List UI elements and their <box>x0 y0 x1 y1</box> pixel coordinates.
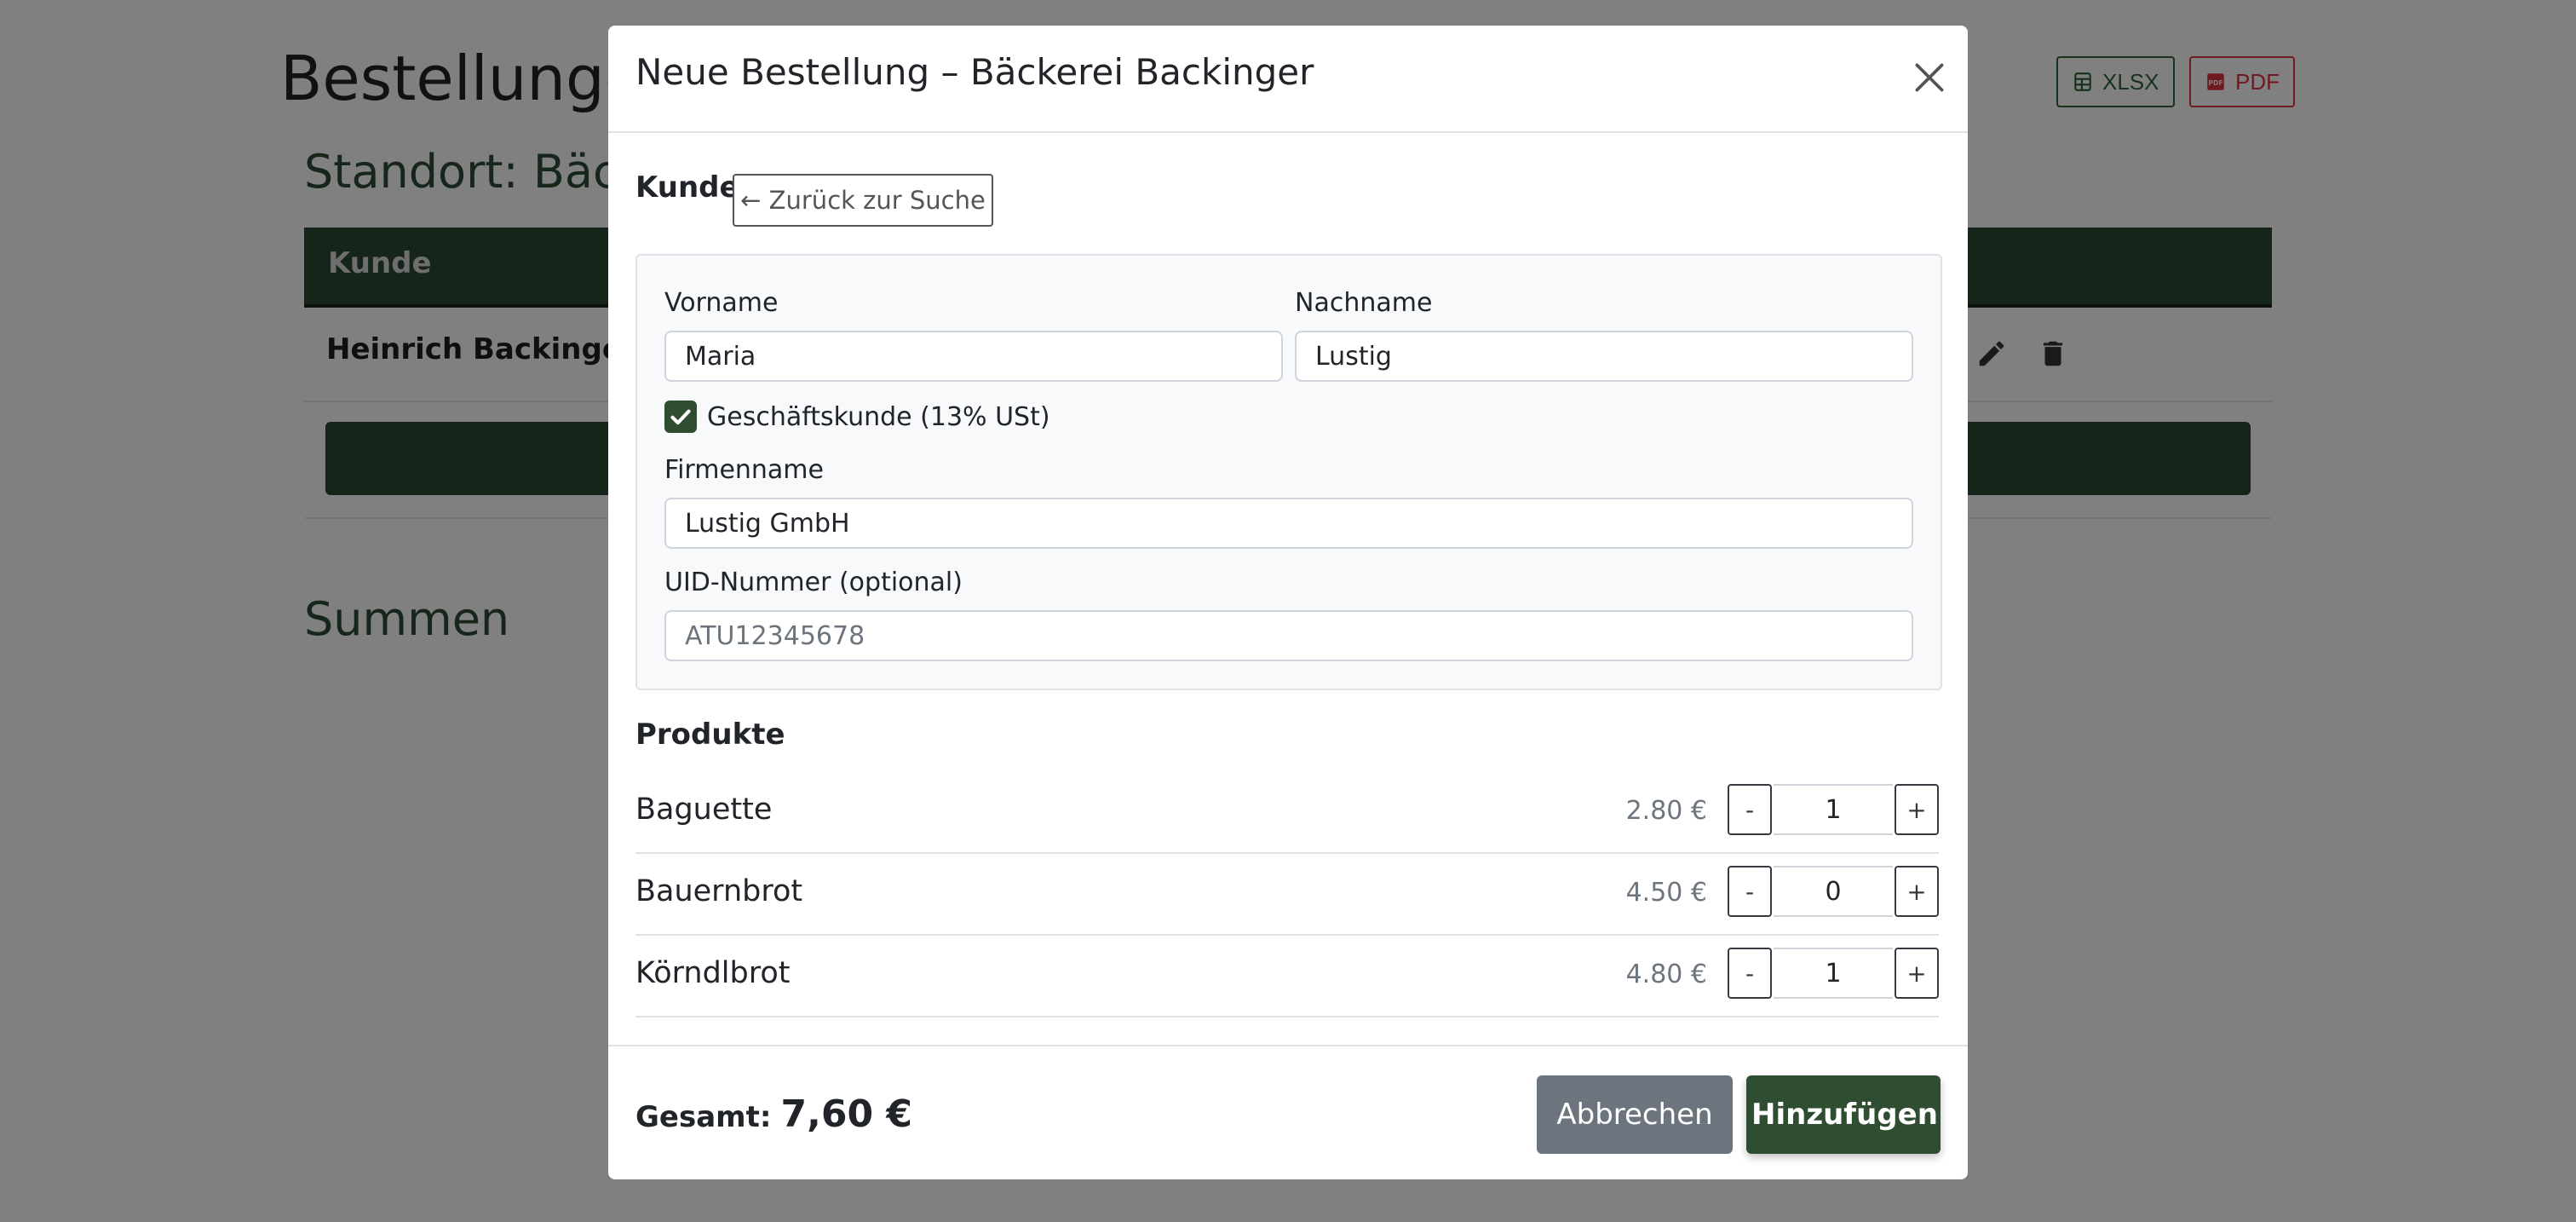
increase-quantity-button[interactable]: + <box>1895 866 1939 917</box>
list-item: Baguette 2.80 € - + <box>635 770 1939 854</box>
row-customer-name: Heinrich Backinger <box>326 332 636 366</box>
vat-id-field[interactable] <box>664 610 1913 661</box>
first-name-field[interactable] <box>664 331 1283 382</box>
last-name-label: Nachname <box>1295 288 1433 318</box>
decrease-quantity-button[interactable]: - <box>1728 784 1772 835</box>
trash-icon[interactable] <box>2037 337 2069 370</box>
product-price: 4.50 € <box>1625 878 1707 908</box>
cancel-button[interactable]: Abbrechen <box>1537 1075 1733 1154</box>
totals-heading: Summen <box>304 592 510 646</box>
total-label: Gesamt: <box>635 1100 772 1134</box>
export-pdf-label: PDF <box>2235 68 2280 95</box>
customer-section-label: Kunde <box>635 170 739 205</box>
add-button[interactable]: Hinzufügen <box>1746 1075 1941 1154</box>
products-section-label: Produkte <box>635 718 785 752</box>
first-name-label: Vorname <box>664 288 779 318</box>
list-item: Bauernbrot 4.50 € - + <box>635 852 1939 936</box>
export-xlsx-label: XLSX <box>2102 68 2159 95</box>
business-customer-label[interactable]: Geschäftskunde (13% USt) <box>707 402 1050 432</box>
decrease-quantity-button[interactable]: - <box>1728 866 1772 917</box>
column-header-kunde: Kunde <box>328 246 432 280</box>
total-value: 7,60 € <box>780 1092 913 1136</box>
quantity-input[interactable] <box>1774 948 1893 999</box>
back-to-search-button[interactable]: ← Zurück zur Suche <box>733 174 993 227</box>
quantity-input[interactable] <box>1774 784 1893 835</box>
last-name-field[interactable] <box>1295 331 1913 382</box>
quantity-input[interactable] <box>1774 866 1893 917</box>
list-item: Körndlbrot 4.80 € - + <box>635 934 1939 1017</box>
business-customer-checkbox[interactable] <box>664 401 697 433</box>
product-price: 2.80 € <box>1625 796 1707 826</box>
close-button[interactable] <box>1908 56 1951 99</box>
pencil-icon[interactable] <box>1975 337 2008 370</box>
product-price: 4.80 € <box>1625 960 1707 989</box>
product-name: Baguette <box>635 793 773 827</box>
decrease-quantity-button[interactable]: - <box>1728 948 1772 999</box>
product-name: Bauernbrot <box>635 874 803 908</box>
export-pdf-button[interactable]: PDF PDF <box>2189 56 2295 107</box>
dialog-title: Neue Bestellung – Bäckerei Backinger <box>635 51 1314 93</box>
customer-form: Vorname Nachname Geschäftskunde (13% USt… <box>635 254 1942 690</box>
new-order-dialog: Neue Bestellung – Bäckerei Backinger Kun… <box>608 26 1968 1179</box>
order-total: Gesamt: 7,60 € <box>635 1092 912 1136</box>
dialog-header: Neue Bestellung – Bäckerei Backinger <box>608 26 1968 133</box>
company-name-label: Firmenname <box>664 455 824 485</box>
company-name-field[interactable] <box>664 498 1913 549</box>
pdf-file-icon: PDF <box>2207 73 2224 90</box>
checkmark-icon <box>670 409 691 425</box>
close-icon <box>1915 63 1944 92</box>
vat-id-label: UID-Nummer (optional) <box>664 568 963 597</box>
dialog-footer: Gesamt: 7,60 € Abbrechen Hinzufügen <box>608 1045 1968 1181</box>
increase-quantity-button[interactable]: + <box>1895 948 1939 999</box>
increase-quantity-button[interactable]: + <box>1895 784 1939 835</box>
spreadsheet-icon <box>2074 72 2091 91</box>
svg-text:PDF: PDF <box>2208 79 2222 87</box>
product-name: Körndlbrot <box>635 956 791 990</box>
export-xlsx-button[interactable]: XLSX <box>2056 56 2175 107</box>
